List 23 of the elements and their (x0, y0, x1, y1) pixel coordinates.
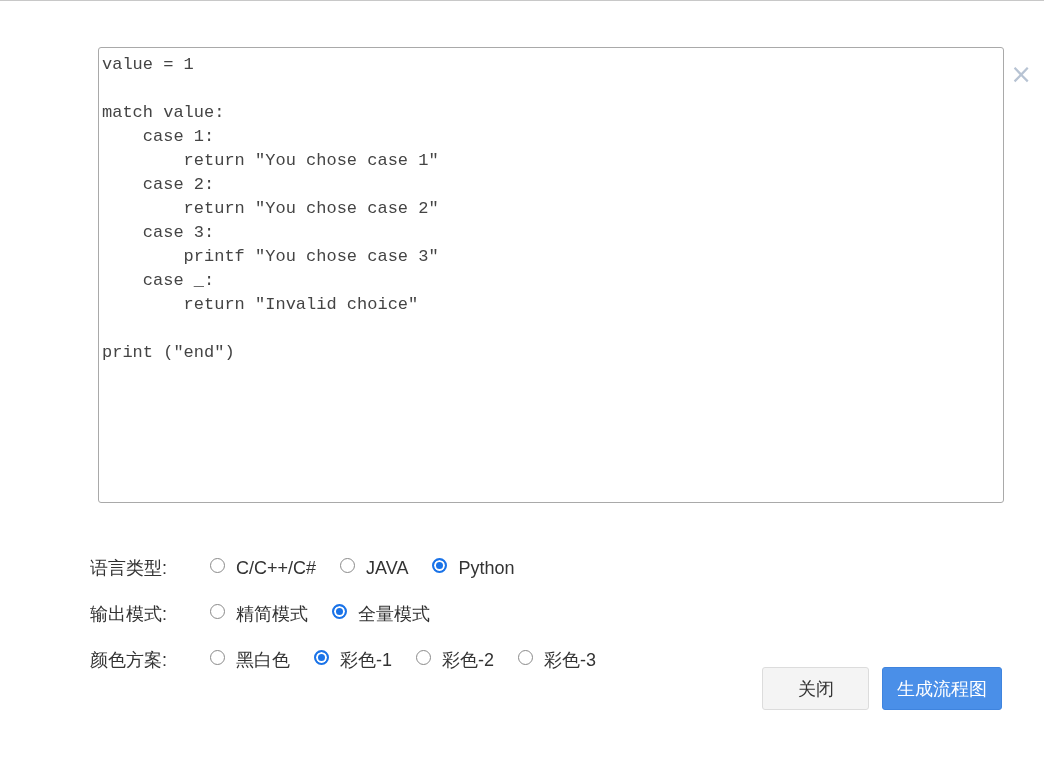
radio-button[interactable] (518, 649, 534, 665)
radio-label[interactable]: 彩色-1 (340, 648, 392, 672)
radio-label[interactable]: 彩色-3 (544, 648, 597, 672)
radio-label[interactable]: JAVA (366, 557, 409, 579)
radio-button[interactable] (210, 649, 225, 665)
radio-button[interactable] (314, 649, 329, 665)
radio-button[interactable] (210, 557, 225, 573)
radio-button[interactable] (340, 557, 356, 573)
radio-label[interactable]: 全量模式 (358, 602, 430, 626)
option-label: 输出模式: (90, 603, 168, 626)
radio-label[interactable]: 黑白色 (236, 648, 290, 672)
radio-button[interactable] (210, 603, 225, 619)
option-label: 颜色方案: (90, 649, 168, 672)
radio-label[interactable]: C/C++/C# (236, 557, 317, 579)
radio-label[interactable]: Python (458, 557, 515, 579)
close-button[interactable]: 关闭 (762, 667, 869, 710)
radio-button[interactable] (416, 649, 431, 665)
radio-label[interactable]: 精简模式 (236, 602, 308, 626)
radio-button[interactable] (332, 603, 347, 619)
option-label: 语言类型: (90, 557, 168, 580)
code-field[interactable]: value = 1 match value: case 1: return ″You chose case 1″ case 2: return ″You chose case 2″ case 3: printf ″You chose case 3″ case _: return ″Invalid choice″ print (″end″) (98, 47, 1004, 503)
radio-label[interactable]: 彩色-2 (442, 648, 495, 672)
radio-button[interactable] (432, 557, 448, 573)
